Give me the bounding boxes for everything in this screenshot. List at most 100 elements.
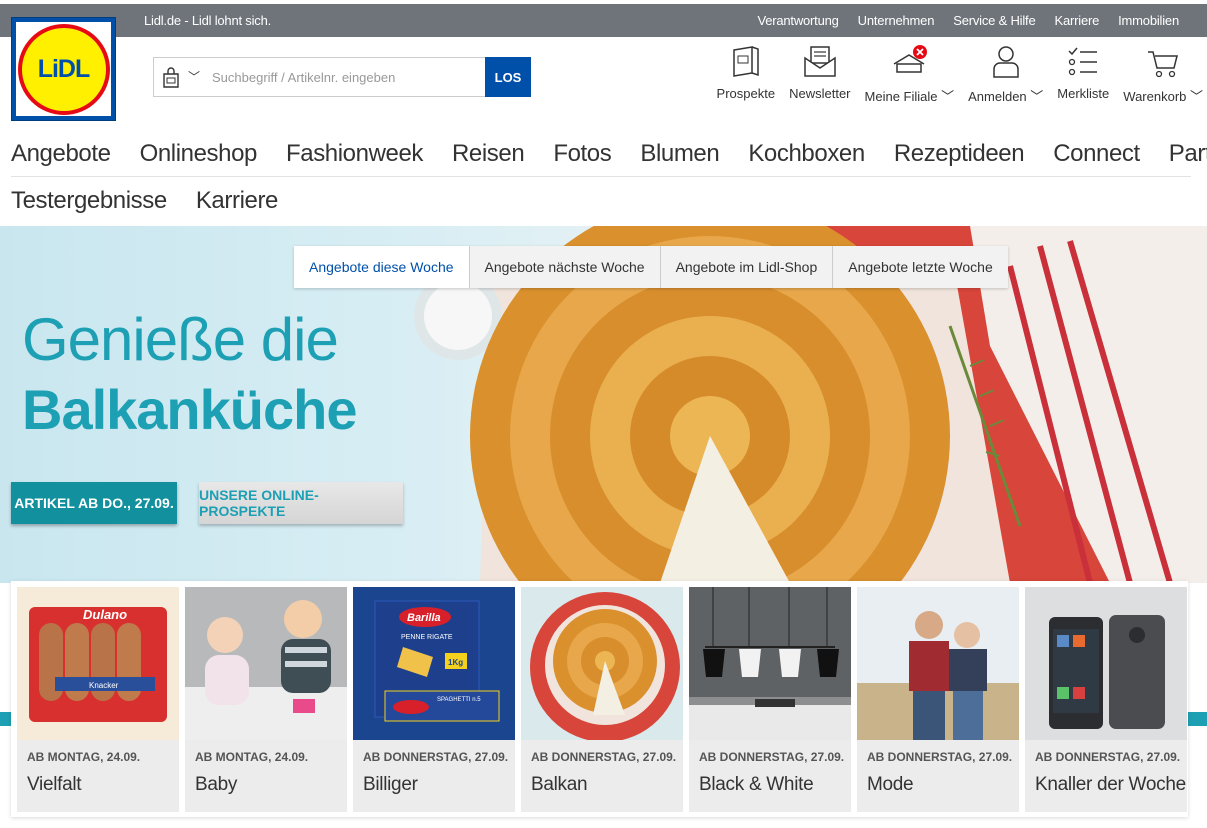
smartphone-image bbox=[1025, 587, 1187, 740]
nav-rezeptideen[interactable]: Rezeptideen bbox=[894, 140, 1025, 168]
kg-badge-text: 1Kg bbox=[448, 658, 463, 667]
nav-row-1: Angebote Onlineshop Fashionweek Reisen F… bbox=[11, 131, 1207, 177]
nav-kochboxen[interactable]: Kochboxen bbox=[748, 140, 865, 168]
prospekte-link[interactable]: Prospekte bbox=[717, 44, 775, 105]
category-date: AB DONNERSTAG, 27.09. bbox=[363, 750, 509, 764]
category-strip: Dulano Knacker AB MONTAG, 24.09. Vielfal… bbox=[11, 581, 1188, 817]
anmelden-label: Anmelden ﹀ bbox=[968, 89, 1044, 104]
category-caption: AB MONTAG, 24.09. Baby bbox=[185, 740, 347, 812]
offer-tabs: Angebote diese Woche Angebote nächste Wo… bbox=[294, 246, 1008, 288]
top-links: Verantwortung Unternehmen Service & Hilf… bbox=[757, 13, 1179, 28]
meine-filiale-link[interactable]: Meine Filiale ﹀ bbox=[864, 44, 955, 105]
category-card-knaller[interactable]: AB DONNERSTAG, 27.09. Knaller der Woche bbox=[1025, 587, 1187, 817]
category-image bbox=[185, 587, 347, 740]
brochure-icon bbox=[733, 46, 759, 77]
link-verantwortung[interactable]: Verantwortung bbox=[757, 13, 838, 28]
tab-angebote-lidl-shop[interactable]: Angebote im Lidl-Shop bbox=[660, 246, 834, 288]
main-navigation: Angebote Onlineshop Fashionweek Reisen F… bbox=[11, 131, 1207, 221]
link-unternehmen[interactable]: Unternehmen bbox=[858, 13, 935, 28]
lamps-image bbox=[689, 587, 851, 740]
chevron-down-icon[interactable]: ﹀ bbox=[188, 68, 200, 85]
category-card-balkan[interactable]: AB DONNERSTAG, 27.09. Balkan bbox=[521, 587, 683, 817]
warenkorb-link[interactable]: Warenkorb ﹀ bbox=[1123, 44, 1203, 105]
category-caption: AB DONNERSTAG, 27.09. Balkan bbox=[521, 740, 683, 812]
newsletter-label: Newsletter bbox=[789, 86, 851, 101]
category-date: AB MONTAG, 24.09. bbox=[195, 750, 309, 764]
category-date: AB DONNERSTAG, 27.09. bbox=[1035, 750, 1181, 764]
header-icons: Prospekte Newsletter Meine Filiale ﹀ Anm… bbox=[703, 44, 1203, 105]
link-karriere[interactable]: Karriere bbox=[1055, 13, 1100, 28]
logo-circle: LiDL bbox=[17, 23, 110, 115]
tab-angebote-letzte-woche[interactable]: Angebote letzte Woche bbox=[833, 246, 1008, 288]
category-card-vielfalt[interactable]: Dulano Knacker AB MONTAG, 24.09. Vielfal… bbox=[17, 587, 179, 817]
category-caption: AB DONNERSTAG, 27.09. Black & White bbox=[689, 740, 851, 812]
store-icon bbox=[893, 45, 928, 73]
search-box: ﹀ LOS bbox=[153, 57, 531, 97]
category-card-black-white[interactable]: AB DONNERSTAG, 27.09. Black & White bbox=[689, 587, 851, 817]
warenkorb-label: Warenkorb ﹀ bbox=[1123, 89, 1203, 104]
nav-fotos[interactable]: Fotos bbox=[553, 140, 611, 168]
spaghetti-product-text: SPAGHETTI n.5 bbox=[437, 697, 481, 703]
link-immobilien[interactable]: Immobilien bbox=[1118, 13, 1179, 28]
category-card-baby[interactable]: AB MONTAG, 24.09. Baby bbox=[185, 587, 347, 817]
nav-reisen[interactable]: Reisen bbox=[452, 140, 525, 168]
hero-banner[interactable]: Angebote diese Woche Angebote nächste Wo… bbox=[0, 226, 1207, 583]
category-caption: AB MONTAG, 24.09. Vielfalt bbox=[17, 740, 179, 812]
pasta-packs-image: Barilla PENNE RIGATE 1Kg SPAGHETTI n.5 bbox=[353, 587, 515, 740]
lidl-logo[interactable]: LiDL bbox=[11, 17, 116, 121]
hero-headline-line2: Balkanküche bbox=[22, 378, 357, 441]
category-title: Mode bbox=[867, 774, 914, 795]
link-service-hilfe[interactable]: Service & Hilfe bbox=[953, 13, 1035, 28]
category-title: Vielfalt bbox=[27, 774, 82, 795]
nav-onlineshop[interactable]: Onlineshop bbox=[140, 140, 258, 168]
category-date: AB MONTAG, 24.09. bbox=[27, 750, 141, 764]
user-icon bbox=[992, 46, 1019, 78]
category-image bbox=[521, 587, 683, 740]
meine-filiale-label: Meine Filiale ﹀ bbox=[864, 89, 955, 104]
search-button[interactable]: LOS bbox=[485, 57, 531, 97]
checklist-icon bbox=[1068, 47, 1098, 76]
penne-product-text: PENNE RIGATE bbox=[401, 634, 453, 641]
category-title: Baby bbox=[195, 774, 238, 795]
hero-headline-line1: Genieße die bbox=[22, 306, 339, 373]
page: Lidl.de - Lidl lohnt sich. Verantwortung… bbox=[0, 0, 1207, 828]
barilla-brand-text: Barilla bbox=[407, 612, 441, 624]
babies-image bbox=[185, 587, 347, 740]
category-image: Barilla PENNE RIGATE 1Kg SPAGHETTI n.5 bbox=[353, 587, 515, 740]
nav-connect[interactable]: Connect bbox=[1053, 140, 1140, 168]
artikel-button[interactable]: ARTIKEL AB DO., 27.09. bbox=[11, 482, 177, 524]
tab-angebote-naechste-woche[interactable]: Angebote nächste Woche bbox=[469, 246, 661, 288]
tab-angebote-diese-woche[interactable]: Angebote diese Woche bbox=[294, 246, 470, 288]
newsletter-icon bbox=[804, 46, 836, 77]
tagline: Lidl.de - Lidl lohnt sich. bbox=[144, 13, 272, 28]
nav-karriere[interactable]: Karriere bbox=[196, 187, 279, 215]
dulano-brand-text: Dulano bbox=[83, 607, 127, 622]
nav-angebote[interactable]: Angebote bbox=[11, 140, 111, 168]
shopping-bag-icon[interactable] bbox=[160, 67, 182, 89]
category-card-mode[interactable]: AB DONNERSTAG, 27.09. Mode bbox=[857, 587, 1019, 817]
logo-text: LiDL bbox=[37, 54, 91, 83]
nav-testergebnisse[interactable]: Testergebnisse bbox=[11, 187, 167, 215]
online-prospekte-button[interactable]: UNSERE ONLINE-PROSPEKTE bbox=[199, 482, 403, 524]
search-input[interactable] bbox=[212, 58, 482, 96]
knacker-product-text: Knacker bbox=[89, 681, 119, 690]
anmelden-link[interactable]: Anmelden ﹀ bbox=[968, 44, 1043, 105]
merkliste-label: Merkliste bbox=[1057, 86, 1110, 101]
category-title: Black & White bbox=[699, 774, 814, 795]
logo-frame: LiDL bbox=[16, 22, 111, 116]
category-title: Balkan bbox=[531, 774, 588, 795]
category-date: AB DONNERSTAG, 27.09. bbox=[867, 750, 1013, 764]
category-caption: AB DONNERSTAG, 27.09. Knaller der Woche bbox=[1025, 740, 1187, 812]
merkliste-link[interactable]: Merkliste bbox=[1057, 44, 1109, 105]
category-date: AB DONNERSTAG, 27.09. bbox=[699, 750, 845, 764]
category-date: AB DONNERSTAG, 27.09. bbox=[531, 750, 677, 764]
nav-partneraktionen[interactable]: Partneraktionen bbox=[1169, 140, 1207, 168]
category-card-billiger[interactable]: Barilla PENNE RIGATE 1Kg SPAGHETTI n.5 A… bbox=[353, 587, 515, 817]
nav-fashionweek[interactable]: Fashionweek bbox=[286, 140, 423, 168]
category-title: Billiger bbox=[363, 774, 418, 795]
category-caption: AB DONNERSTAG, 27.09. Billiger bbox=[353, 740, 515, 812]
nav-row-2: Testergebnisse Karriere bbox=[11, 177, 1191, 221]
nav-blumen[interactable]: Blumen bbox=[640, 140, 719, 168]
newsletter-link[interactable]: Newsletter bbox=[789, 44, 851, 105]
category-image: Dulano Knacker bbox=[17, 587, 179, 740]
